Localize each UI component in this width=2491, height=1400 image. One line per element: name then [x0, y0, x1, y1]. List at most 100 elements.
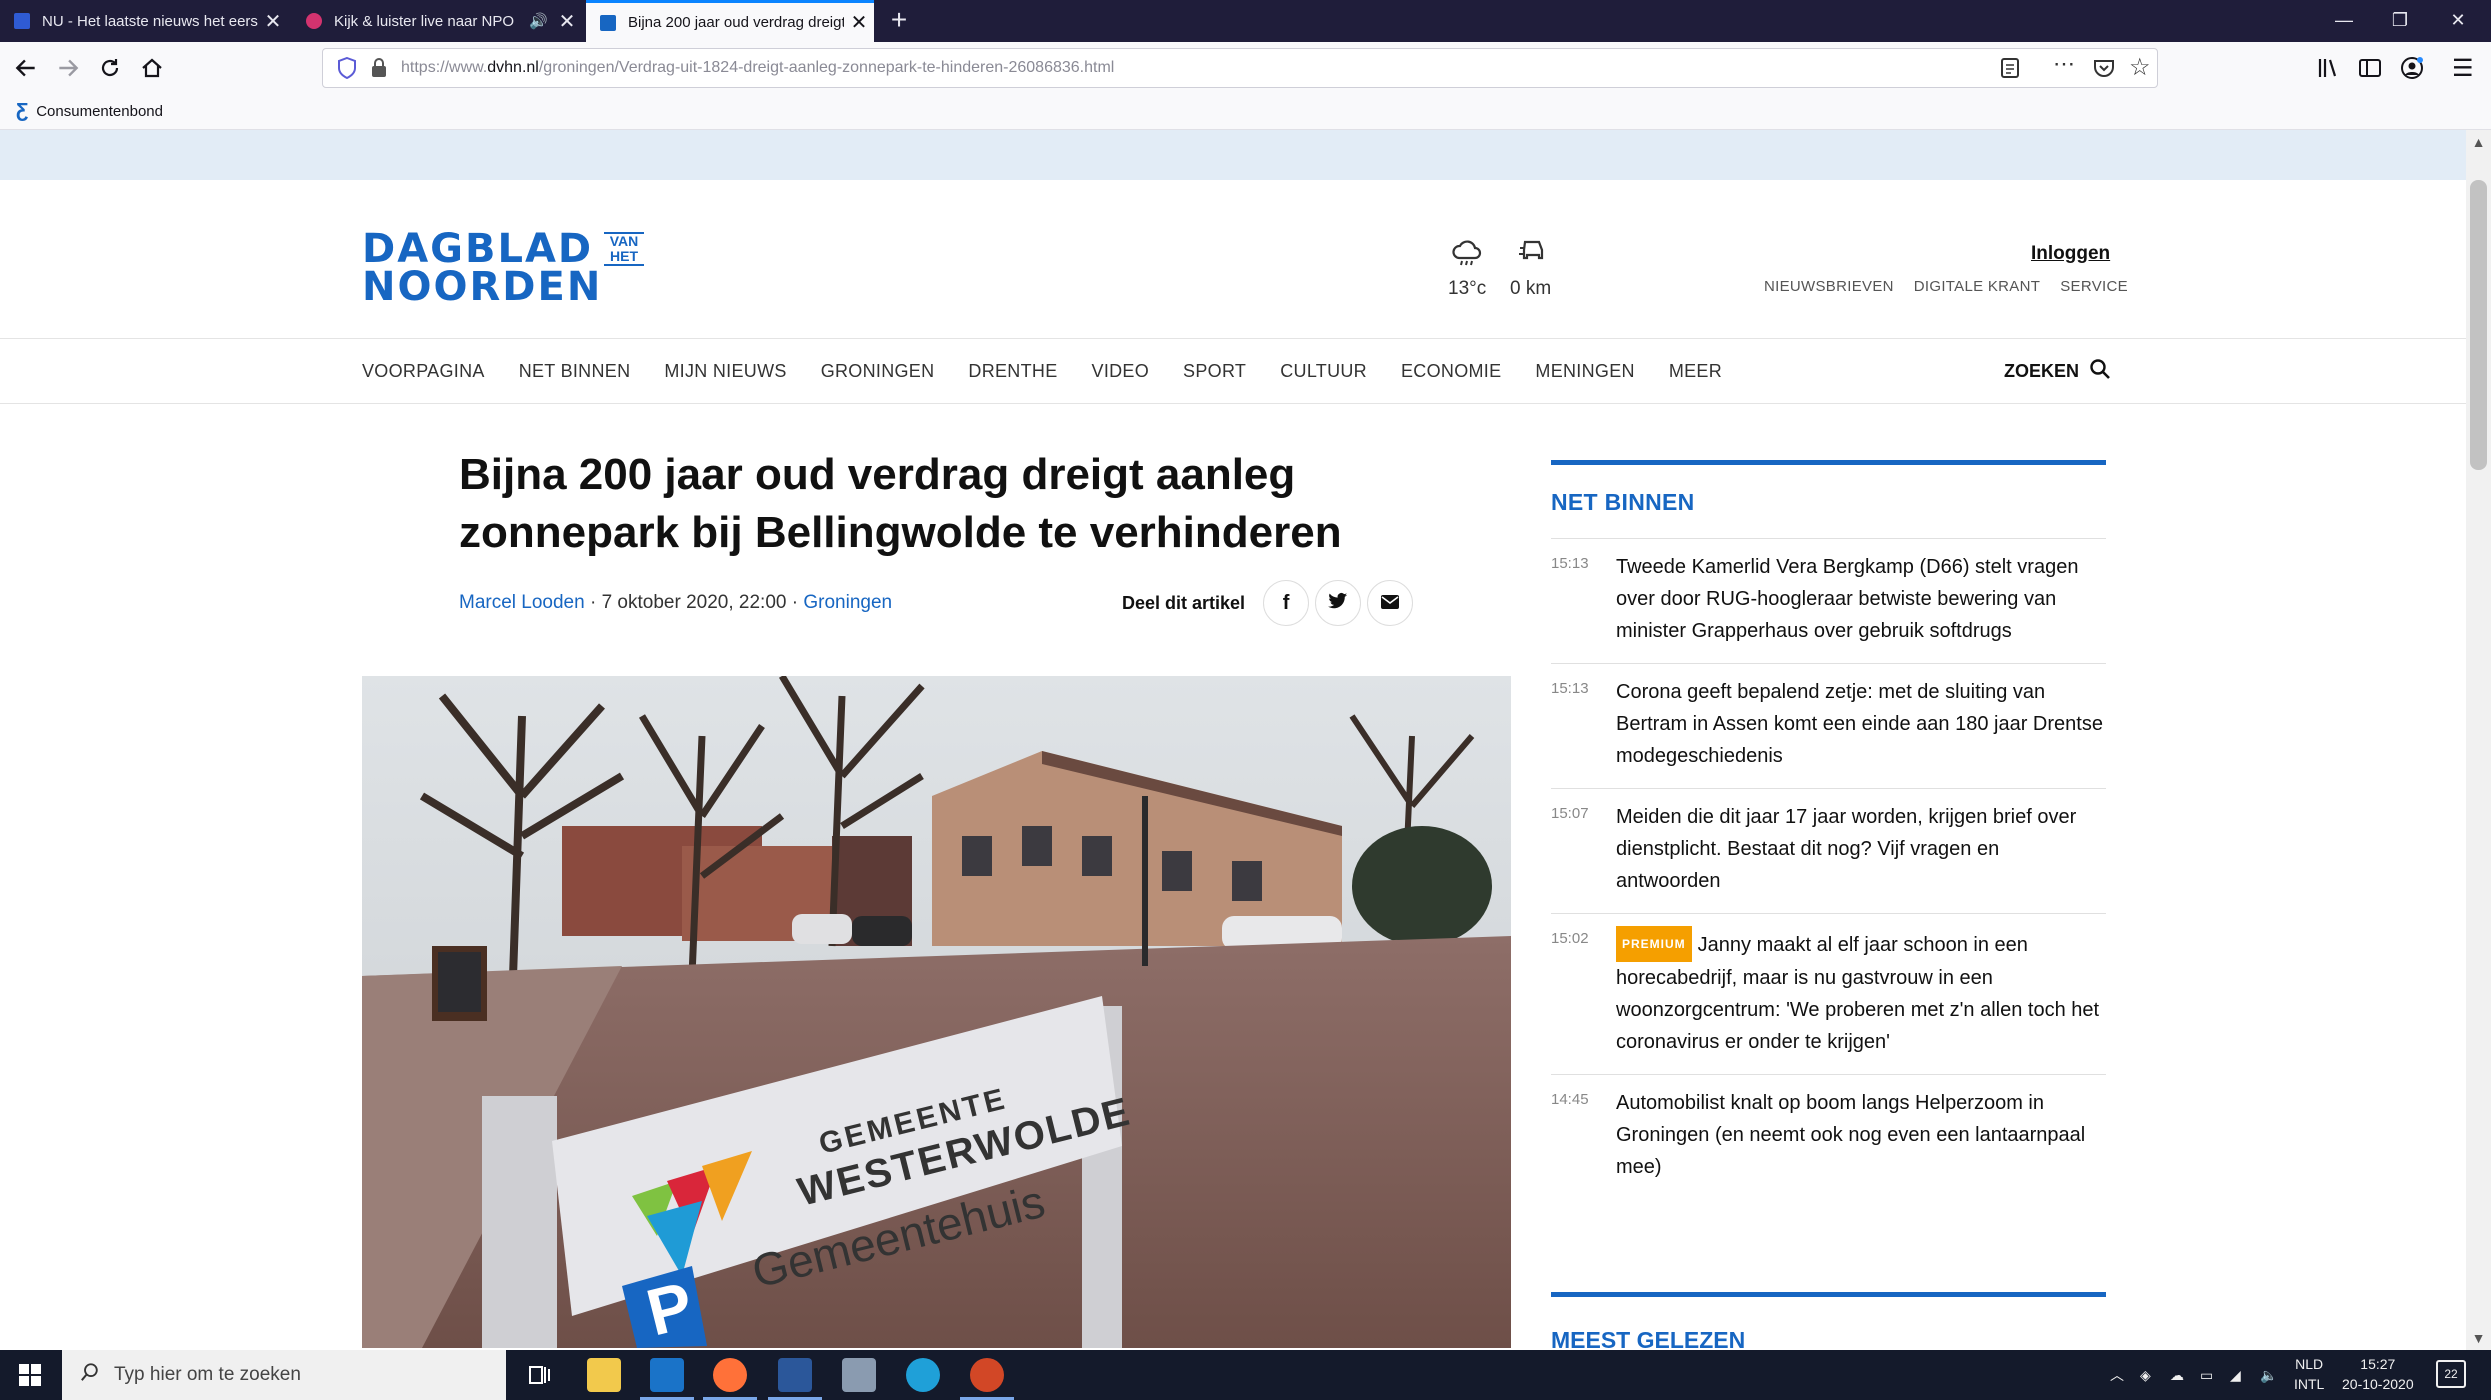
page-scrollbar[interactable]: ▲ ▼ [2466, 130, 2491, 1350]
weather-temperature: 13°c [1448, 278, 1487, 299]
search-button[interactable]: ZOEKEN [2004, 358, 2111, 385]
nav-sport[interactable]: SPORT [1183, 361, 1246, 382]
digital-paper-link[interactable]: DIGITALE KRANT [1914, 278, 2040, 295]
tab-npo[interactable]: Kijk & luister live naar NPO 🔊 ✕ [292, 0, 582, 42]
tab-favicon [14, 13, 30, 29]
news-time: 14:45 [1551, 1091, 1589, 1108]
nav-groningen[interactable]: GRONINGEN [821, 361, 935, 382]
scroll-down-icon[interactable]: ▼ [2466, 1330, 2491, 1346]
nav-video[interactable]: VIDEO [1092, 361, 1150, 382]
back-icon[interactable] [8, 50, 44, 86]
article-photo[interactable]: P GEMEENTE WESTERWOLDE Gemeentehuis [362, 676, 1511, 1348]
nav-net-binnen[interactable]: NET BINNEN [519, 361, 631, 382]
scroll-up-icon[interactable]: ▲ [2466, 134, 2491, 150]
nav-cultuur[interactable]: CULTUUR [1280, 361, 1367, 382]
powerpoint-icon[interactable] [960, 1358, 1014, 1400]
twitter-share-button[interactable] [1315, 580, 1362, 626]
reader-view-icon[interactable] [1999, 57, 2021, 84]
taskbar-search-input[interactable]: Typ hier om te zoeken [62, 1350, 506, 1400]
taskbar-clock[interactable]: 15:27 20-10-2020 [2342, 1354, 2414, 1394]
url-text[interactable]: https://www.dvhn.nl/groningen/Verdrag-ui… [401, 49, 1114, 87]
section-link[interactable]: Groningen [803, 592, 892, 613]
logo-line-1: DAGBLAD [362, 226, 594, 272]
word-icon[interactable] [768, 1358, 822, 1400]
more-actions-icon[interactable]: ⋯ [2053, 51, 2075, 77]
reload-icon[interactable] [92, 50, 128, 86]
tab-title: Kijk & luister live naar NPO [334, 12, 515, 30]
language-indicator[interactable]: NLD INTL [2294, 1354, 2324, 1394]
sidebar-rule [1551, 1292, 2106, 1297]
news-title[interactable]: Automobilist knalt op boom langs Helperz… [1616, 1087, 2106, 1183]
site-logo[interactable]: DAGBLAD NOORDEN VAN HET [362, 226, 644, 307]
news-item[interactable]: 15:02 PREMIUM Janny maakt al elf jaar sch… [1551, 913, 2106, 1074]
home-icon[interactable] [134, 50, 170, 86]
onedrive-icon[interactable]: ☁ [2170, 1350, 2184, 1400]
outlook-icon[interactable] [640, 1358, 694, 1400]
notification-center-icon[interactable]: 22 [2436, 1360, 2466, 1388]
news-item[interactable]: 14:45 Automobilist knalt op boom langs H… [1551, 1074, 2106, 1199]
tray-chevron-icon[interactable]: ︿ [2110, 1350, 2124, 1400]
file-explorer-icon[interactable] [587, 1358, 621, 1392]
meest-gelezen-heading[interactable]: MEEST GELEZEN [1551, 1327, 2106, 1350]
network-icon[interactable]: ◢ [2230, 1350, 2241, 1400]
window-close-icon[interactable]: ✕ [2430, 0, 2486, 42]
firefox-icon[interactable] [703, 1358, 757, 1400]
restore-icon[interactable]: ❐ [2372, 0, 2428, 42]
minimize-icon[interactable]: — [2316, 0, 2372, 42]
bookmark-consumentenbond[interactable]: Ƹ Consumentenbond [16, 100, 163, 123]
pocket-icon[interactable] [2093, 58, 2115, 83]
news-item[interactable]: 15:07 Meiden die dit jaar 17 jaar worden… [1551, 788, 2106, 913]
news-item[interactable]: 15:13 Corona geeft bepalend zetje: met d… [1551, 663, 2106, 788]
close-icon[interactable]: ✕ [258, 9, 288, 34]
close-icon[interactable]: ✕ [552, 9, 582, 34]
news-item[interactable]: 15:13 Tweede Kamerlid Vera Bergkamp (D66… [1551, 538, 2106, 663]
news-title[interactable]: Meiden die dit jaar 17 jaar worden, krij… [1616, 801, 2106, 897]
newsletters-link[interactable]: NIEUWSBRIEVEN [1764, 278, 1894, 295]
nav-meningen[interactable]: MENINGEN [1535, 361, 1634, 382]
service-link[interactable]: SERVICE [2060, 278, 2128, 295]
weather-widget[interactable]: 13°c [1448, 238, 1486, 300]
windows-start-button[interactable] [0, 1350, 60, 1400]
url-bar[interactable]: https://www.dvhn.nl/groningen/Verdrag-ui… [322, 48, 2158, 88]
menu-icon[interactable]: ☰ [2452, 54, 2474, 83]
tab-nu[interactable]: NU - Het laatste nieuws het eerst ✕ [0, 0, 288, 42]
shield-icon[interactable] [337, 56, 357, 84]
browser-tab-bar: NU - Het laatste nieuws het eerst ✕ Kijk… [0, 0, 2491, 42]
volume-icon[interactable]: 🔈 [2260, 1350, 2277, 1400]
url-path: /groningen/Verdrag-uit-1824-dreigt-aanle… [538, 59, 1115, 76]
login-link[interactable]: Inloggen [2031, 243, 2110, 265]
email-share-button[interactable] [1367, 580, 1414, 626]
nav-voorpagina[interactable]: VOORPAGINA [362, 361, 485, 382]
battery-icon[interactable]: ▭ [2200, 1350, 2213, 1400]
forward-icon[interactable] [50, 50, 86, 86]
nav-mijn-nieuws[interactable]: MIJN NIEUWS [664, 361, 786, 382]
news-title-wrap[interactable]: PREMIUM Janny maakt al elf jaar schoon in… [1616, 926, 2106, 1058]
speaker-icon[interactable]: 🔊 [529, 12, 548, 30]
close-icon[interactable]: ✕ [844, 10, 874, 35]
edge-icon[interactable] [906, 1358, 940, 1392]
facebook-share-button[interactable]: f [1263, 580, 1310, 626]
tab-dvhn[interactable]: Bijna 200 jaar oud verdrag dreigt ✕ [586, 0, 874, 42]
library-icon[interactable] [2316, 56, 2340, 85]
tab-favicon [600, 14, 616, 31]
lock-icon[interactable] [371, 58, 387, 83]
nav-meer[interactable]: MEER [1669, 361, 1722, 382]
news-title[interactable]: Tweede Kamerlid Vera Bergkamp (D66) stel… [1616, 551, 2106, 647]
nav-drenthe[interactable]: DRENTHE [968, 361, 1057, 382]
sidebar-heading[interactable]: NET BINNEN [1551, 489, 2106, 516]
sidebar-icon[interactable] [2358, 56, 2382, 85]
url-domain: dvhn.nl [487, 59, 539, 76]
facebook-icon: f [1282, 591, 1290, 614]
new-tab-button[interactable]: + [882, 0, 916, 42]
task-view-icon[interactable] [522, 1358, 556, 1392]
dropbox-icon[interactable]: ◈ [2140, 1350, 2151, 1400]
clock-time: 15:27 [2360, 1356, 2396, 1372]
app-icon[interactable] [842, 1358, 876, 1392]
traffic-widget[interactable]: 0 km [1510, 238, 1551, 300]
scroll-thumb[interactable] [2470, 180, 2487, 470]
news-title[interactable]: Corona geeft bepalend zetje: met de slui… [1616, 676, 2106, 772]
author-link[interactable]: Marcel Looden [459, 592, 585, 613]
bookmark-star-icon[interactable]: ☆ [2129, 53, 2151, 82]
nav-economie[interactable]: ECONOMIE [1401, 361, 1501, 382]
account-icon[interactable] [2400, 56, 2424, 85]
